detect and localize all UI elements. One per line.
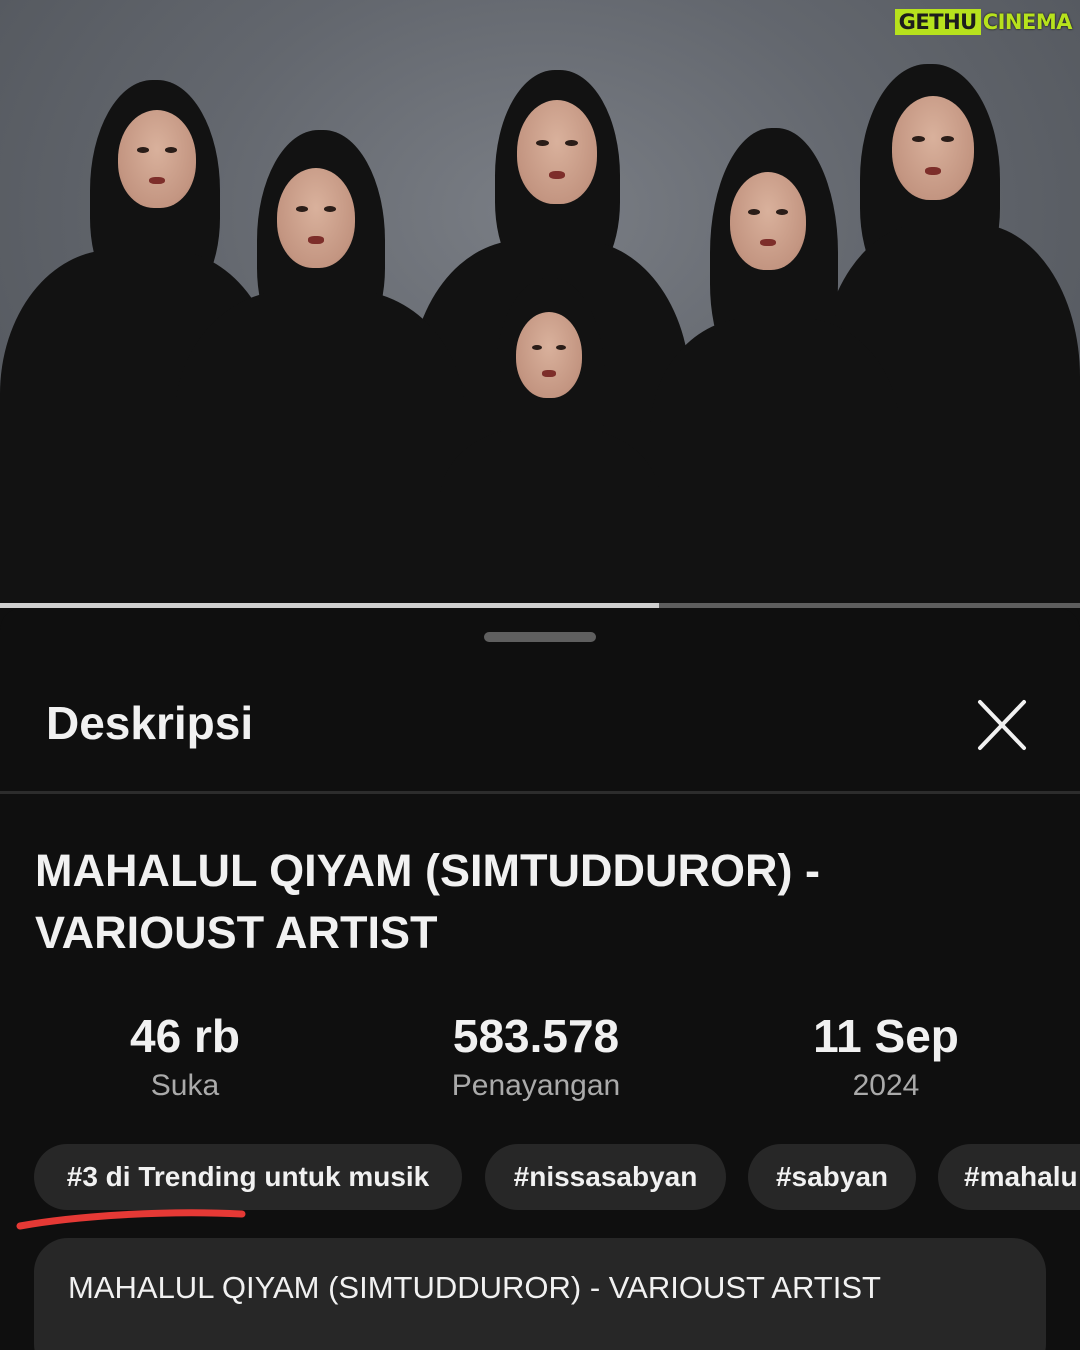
annotation-underline [16, 1209, 246, 1230]
description-box[interactable]: MAHALUL QIYAM (SIMTUDDUROR) - VARIOUST A… [34, 1238, 1046, 1350]
watermark-part-b: CINEMA [982, 10, 1073, 34]
video-title: MAHALUL QIYAM (SIMTUDDUROR) - VARIOUST A… [35, 840, 935, 964]
video-title-line-2: VARIOUST ARTIST [35, 907, 438, 958]
likes-stat: 46 rb Suka [55, 1006, 315, 1106]
description-sheet: Deskripsi MAHALUL QIYAM (SIMTUDDUROR) - … [0, 608, 1080, 1350]
description-text: MAHALUL QIYAM (SIMTUDDUROR) - VARIOUST A… [68, 1270, 881, 1305]
channel-watermark: GETHU CINEMA [894, 8, 1074, 36]
views-stat: 583.578 Penayangan [406, 1006, 666, 1106]
performer-6 [440, 278, 660, 606]
video-player[interactable]: GETHU CINEMA [0, 0, 1080, 606]
header-divider [0, 791, 1080, 794]
likes-count: 46 rb [130, 1010, 240, 1062]
close-button[interactable] [972, 698, 1032, 754]
video-title-line-1: MAHALUL QIYAM (SIMTUDDUROR) - [35, 845, 820, 896]
date-stat: 11 Sep 2024 [756, 1006, 1016, 1106]
views-count: 583.578 [452, 1010, 620, 1062]
close-icon [978, 700, 1026, 750]
hashtag-chip-nissasabyan[interactable]: #nissasabyan [485, 1144, 726, 1210]
watermark-part-a: GETHU [894, 9, 981, 35]
drag-handle[interactable] [484, 632, 596, 642]
performer-2 [175, 130, 465, 606]
hashtag-chip-sabyan[interactable]: #sabyan [748, 1144, 916, 1210]
hashtag-chip-mahalu[interactable]: #mahalu [938, 1144, 1080, 1210]
sheet-title: Deskripsi [46, 697, 254, 749]
upload-date-year: 2024 [852, 1069, 920, 1102]
performer-4 [650, 128, 900, 606]
upload-date-day: 11 Sep [813, 1010, 959, 1062]
views-label: Penayangan [451, 1069, 621, 1102]
likes-label: Suka [150, 1069, 220, 1102]
